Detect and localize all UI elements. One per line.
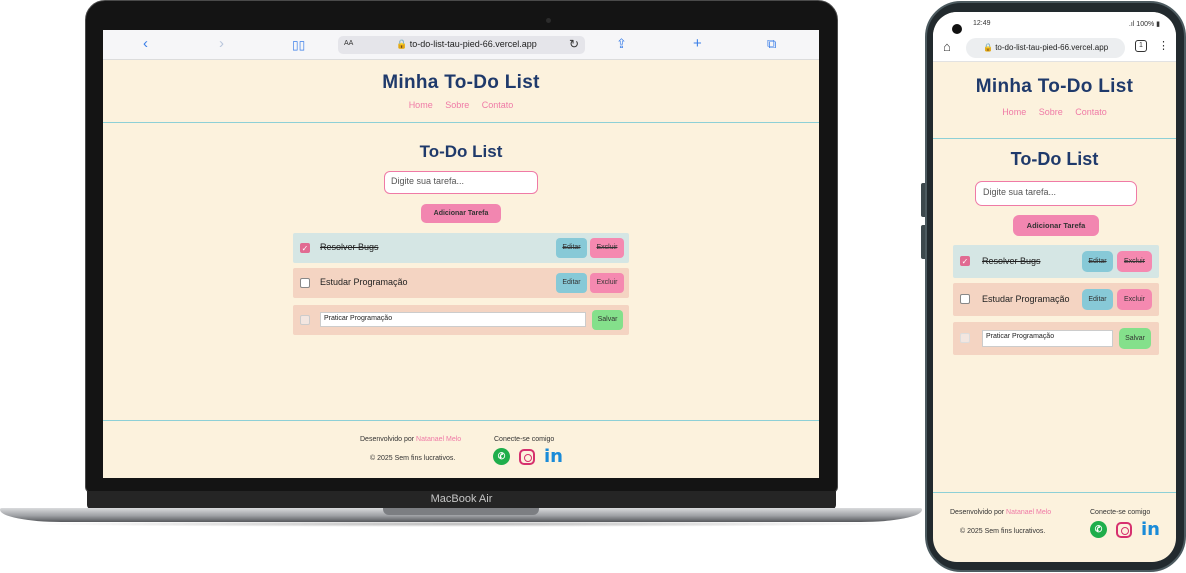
book-icon[interactable]: ▯▯: [292, 37, 305, 53]
laptop-camera: [546, 18, 551, 23]
delete-button[interactable]: Excluir: [1117, 251, 1152, 272]
task-input[interactable]: Digite sua tarefa...: [384, 171, 538, 194]
task-input[interactable]: Digite sua tarefa...: [975, 181, 1137, 206]
edit-button[interactable]: Editar: [556, 238, 587, 258]
whatsapp-icon[interactable]: ✆: [1090, 521, 1107, 538]
delete-button[interactable]: Excluir: [1117, 289, 1152, 310]
phone-browser-bar: ⌂ 🔒 to-do-list-tau-pied-66.vercel.app 1 …: [933, 34, 1176, 62]
task-checkbox-disabled: [300, 315, 310, 325]
linkedin-icon[interactable]: in: [1141, 521, 1160, 539]
phone-screen: 12:49 .ıl 100% ▮ ⌂ 🔒 to-do-list-tau-pied…: [933, 12, 1176, 562]
share-icon[interactable]: ⇪: [616, 36, 627, 52]
todo-heading: To-Do List: [419, 142, 503, 161]
social-links: ✆ in: [1090, 521, 1160, 539]
task-checkbox-checked[interactable]: ✓: [960, 256, 970, 266]
instagram-icon[interactable]: [519, 448, 535, 465]
site-nav: Home Sobre Contato: [103, 100, 819, 110]
developer-link[interactable]: Natanael Melo: [1006, 509, 1051, 516]
task-item: Estudar Programação Editar Excluir: [953, 283, 1159, 316]
task-checkbox-disabled: [960, 333, 970, 343]
task-text: Resolver Bugs: [982, 256, 1041, 266]
edit-button[interactable]: Editar: [556, 273, 587, 293]
laptop-base-notch: [383, 508, 539, 515]
address-bar[interactable]: AA 🔒 to-do-list-tau-pied-66.vercel.app ↻: [338, 36, 585, 54]
tabs-icon[interactable]: ⧉: [767, 36, 776, 52]
whatsapp-icon[interactable]: ✆: [493, 448, 510, 465]
site-footer: Desenvolvido por Natanael Melo © 2025 Se…: [933, 492, 1176, 562]
home-icon[interactable]: ⌂: [943, 39, 951, 54]
save-button[interactable]: Salvar: [1119, 328, 1151, 349]
site-header: Minha To-Do List Home Sobre Contato: [103, 60, 819, 123]
reload-icon[interactable]: ↻: [569, 37, 579, 51]
footer-copyright: © 2025 Sem fins lucrativos.: [960, 528, 1046, 535]
site-nav: Home Sobre Contato: [933, 107, 1176, 117]
add-task-button[interactable]: Adicionar Tarefa: [421, 204, 501, 223]
more-menu-icon[interactable]: ⋮: [1158, 39, 1169, 52]
edit-button[interactable]: Editar: [1082, 289, 1113, 310]
phone-url: to-do-list-tau-pied-66.vercel.app: [995, 43, 1109, 52]
url-text: 🔒 to-do-list-tau-pied-66.vercel.app: [396, 39, 537, 49]
battery-level: 100%: [1136, 21, 1155, 28]
chevron-right-icon[interactable]: ›: [219, 36, 224, 52]
task-text: Resolver Bugs: [320, 242, 379, 252]
browser-toolbar: ‹ › ▯▯ AA 🔒 to-do-list-tau-pied-66.verce…: [103, 30, 819, 60]
footer-credit: Desenvolvido por Natanael Melo: [950, 509, 1051, 516]
task-item: ✓ Resolver Bugs Editar Excluir: [293, 233, 629, 263]
nav-sobre[interactable]: Sobre: [1039, 107, 1063, 117]
footer-connect-label: Conecte-se comigo: [1090, 509, 1151, 516]
device-mockup: MacBook Air ‹ › ▯▯ AA 🔒 to-do-list-tau-p…: [0, 0, 1186, 573]
phone-address-bar[interactable]: 🔒 to-do-list-tau-pied-66.vercel.app: [966, 38, 1125, 58]
task-edit-input[interactable]: Praticar Programação: [320, 312, 586, 327]
nav-home[interactable]: Home: [409, 100, 433, 110]
edit-button[interactable]: Editar: [1082, 251, 1113, 272]
footer-credit: Desenvolvido por Natanael Melo: [360, 436, 461, 443]
task-checkbox[interactable]: [960, 294, 970, 304]
tab-count[interactable]: 1: [1135, 40, 1147, 52]
laptop-screen: ‹ › ▯▯ AA 🔒 to-do-list-tau-pied-66.verce…: [103, 30, 819, 478]
save-button[interactable]: Salvar: [592, 310, 623, 330]
developer-link[interactable]: Natanael Melo: [416, 436, 461, 443]
nav-sobre[interactable]: Sobre: [445, 100, 469, 110]
nav-contato[interactable]: Contato: [482, 100, 514, 110]
todo-heading: To-Do List: [1010, 149, 1099, 169]
url-value: to-do-list-tau-pied-66.vercel.app: [409, 39, 537, 49]
chevron-left-icon[interactable]: ‹: [143, 36, 148, 52]
delete-button[interactable]: Excluir: [590, 273, 624, 293]
reader-button[interactable]: AA: [344, 40, 353, 47]
footer-connect-label: Conecte-se comigo: [494, 436, 555, 443]
status-time: 12:49: [973, 20, 991, 27]
social-links: ✆ in: [493, 448, 563, 466]
linkedin-icon[interactable]: in: [544, 448, 563, 466]
task-item: ✓ Resolver Bugs Editar Excluir: [953, 245, 1159, 278]
site-title: Minha To-Do List: [382, 72, 540, 93]
add-task-button[interactable]: Adicionar Tarefa: [1013, 215, 1099, 236]
task-item-editing: Praticar Programação Salvar: [953, 322, 1159, 355]
plus-icon[interactable]: +: [693, 36, 702, 52]
task-edit-input[interactable]: Praticar Programação: [982, 330, 1113, 347]
footer-copyright: © 2025 Sem fins lucrativos.: [370, 455, 456, 462]
task-text: Estudar Programação: [982, 294, 1070, 304]
nav-contato[interactable]: Contato: [1075, 107, 1107, 117]
laptop-hinge: MacBook Air: [87, 491, 836, 509]
task-checkbox[interactable]: [300, 278, 310, 288]
credit-prefix: Desenvolvido por: [950, 509, 1005, 516]
lock-icon: 🔒: [983, 43, 993, 52]
site-title: Minha To-Do List: [975, 76, 1134, 97]
site-header: Minha To-Do List Home Sobre Contato: [933, 63, 1176, 139]
phone-camera: [952, 24, 962, 34]
nav-home[interactable]: Home: [1002, 107, 1026, 117]
task-checkbox-checked[interactable]: ✓: [300, 243, 310, 253]
task-text: Estudar Programação: [320, 277, 408, 287]
laptop-model-label: MacBook Air: [430, 493, 493, 505]
instagram-icon[interactable]: [1116, 521, 1132, 538]
delete-button[interactable]: Excluir: [590, 238, 624, 258]
site-footer: Desenvolvido por Natanael Melo © 2025 Se…: [103, 420, 819, 478]
status-battery: .ıl 100% ▮: [1128, 21, 1160, 28]
task-item-editing: Praticar Programação Salvar: [293, 305, 629, 335]
credit-prefix: Desenvolvido por: [360, 436, 415, 443]
task-item: Estudar Programação Editar Excluir: [293, 268, 629, 298]
